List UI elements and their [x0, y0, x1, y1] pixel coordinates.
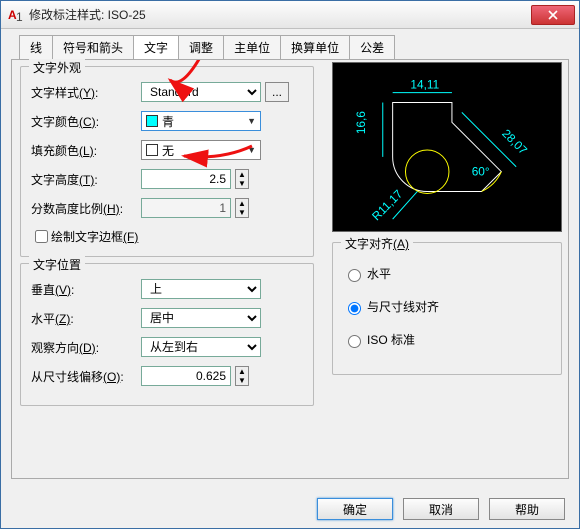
label-offset: 从尺寸线偏移(O): [31, 368, 141, 385]
help-button[interactable]: 帮助 [489, 498, 565, 520]
fill-swatch-icon [146, 144, 158, 156]
select-view-dir[interactable]: 从左到右 [141, 337, 261, 357]
dialog-footer: 确定 取消 帮助 [317, 498, 565, 520]
label-align-dimline: 与尺寸线对齐 [367, 298, 439, 315]
select-text-color[interactable]: 青 ▼ [141, 111, 261, 131]
input-fraction-scale [141, 198, 231, 218]
spinner-fraction: ▲▼ [235, 198, 249, 218]
chevron-down-icon[interactable]: ▼ [236, 376, 248, 385]
label-fill-color: 填充颜色(L): [31, 142, 141, 159]
label-text-color: 文字颜色(C): [31, 113, 141, 130]
preview-pane: 14,11 16,6 28,07 R11,17 60° [332, 62, 562, 232]
cancel-button[interactable]: 取消 [403, 498, 479, 520]
label-text-height: 文字高度(T): [31, 171, 141, 188]
radio-horizontal[interactable] [348, 269, 361, 282]
tab-strip: 线 符号和箭头 文字 调整 主单位 换算单位 公差 [1, 29, 579, 59]
select-text-style[interactable]: Standard [141, 82, 261, 102]
label-text-frame: 绘制文字边框(F) [51, 228, 138, 245]
legend-appearance: 文字外观 [29, 59, 85, 76]
spinner-height[interactable]: ▲▼ [235, 169, 249, 189]
select-fill-color[interactable]: 无 ▼ [141, 140, 261, 160]
app-icon: A10 [7, 7, 23, 23]
label-align-horizontal: 水平 [367, 265, 391, 282]
chevron-up-icon[interactable]: ▲ [236, 170, 248, 179]
radio-dimline[interactable] [348, 302, 361, 315]
input-offset[interactable] [141, 366, 231, 386]
ok-button[interactable]: 确定 [317, 498, 393, 520]
chevron-up-icon: ▲ [236, 199, 248, 208]
tab-body: 文字外观 文字样式(Y): Standard ... 文字颜色(C): 青 ▼ [11, 59, 569, 479]
group-text-appearance: 文字外观 文字样式(Y): Standard ... 文字颜色(C): 青 ▼ [20, 66, 314, 257]
group-text-position: 文字位置 垂直(V): 上 水平(Z): 居中 观察方向(D): 从左到右 从尺… [20, 263, 314, 406]
dim-radius: R11,17 [369, 187, 405, 223]
dim-top: 14,11 [410, 78, 439, 92]
label-horizontal: 水平(Z): [31, 310, 141, 327]
browse-style-button[interactable]: ... [265, 82, 289, 102]
close-button[interactable] [531, 5, 575, 25]
chevron-down-icon: ▼ [236, 208, 248, 217]
tab-alt-units[interactable]: 换算单位 [281, 35, 350, 59]
select-horizontal[interactable]: 居中 [141, 308, 261, 328]
dim-diag: 28,07 [499, 126, 530, 157]
tab-text[interactable]: 文字 [134, 35, 179, 59]
tab-primary-units[interactable]: 主单位 [224, 35, 281, 59]
dim-left: 16,6 [354, 111, 368, 134]
color-swatch-icon [146, 115, 158, 127]
chevron-up-icon[interactable]: ▲ [236, 367, 248, 376]
legend-alignment: 文字对齐(A) [341, 235, 413, 252]
label-fraction-scale: 分数高度比例(H): [31, 200, 141, 217]
tab-tolerance[interactable]: 公差 [350, 35, 395, 59]
group-alignment: 文字对齐(A) 水平 与尺寸线对齐 ISO 标准 [332, 242, 562, 375]
svg-text:10: 10 [16, 10, 23, 23]
select-vertical[interactable]: 上 [141, 279, 261, 299]
label-text-style: 文字样式(Y): [31, 84, 141, 101]
tab-line[interactable]: 线 [19, 35, 53, 59]
close-icon [548, 10, 558, 20]
titlebar: A10 修改标注样式: ISO-25 [1, 1, 579, 29]
tab-symbols-arrows[interactable]: 符号和箭头 [53, 35, 134, 59]
input-text-height[interactable] [141, 169, 231, 189]
dim-angle: 60° [472, 165, 490, 179]
dialog-window: A10 修改标注样式: ISO-25 线 符号和箭头 文字 调整 主单位 换算单… [0, 0, 580, 529]
label-view-dir: 观察方向(D): [31, 339, 141, 356]
legend-position: 文字位置 [29, 256, 85, 273]
chevron-down-icon: ▼ [247, 145, 256, 155]
window-title: 修改标注样式: ISO-25 [29, 6, 531, 23]
chevron-down-icon: ▼ [247, 116, 256, 126]
radio-iso[interactable] [348, 335, 361, 348]
tab-fit[interactable]: 调整 [179, 35, 224, 59]
label-vertical: 垂直(V): [31, 281, 141, 298]
label-align-iso: ISO 标准 [367, 331, 415, 348]
chevron-down-icon[interactable]: ▼ [236, 179, 248, 188]
checkbox-text-frame[interactable] [35, 230, 48, 243]
spinner-offset[interactable]: ▲▼ [235, 366, 249, 386]
